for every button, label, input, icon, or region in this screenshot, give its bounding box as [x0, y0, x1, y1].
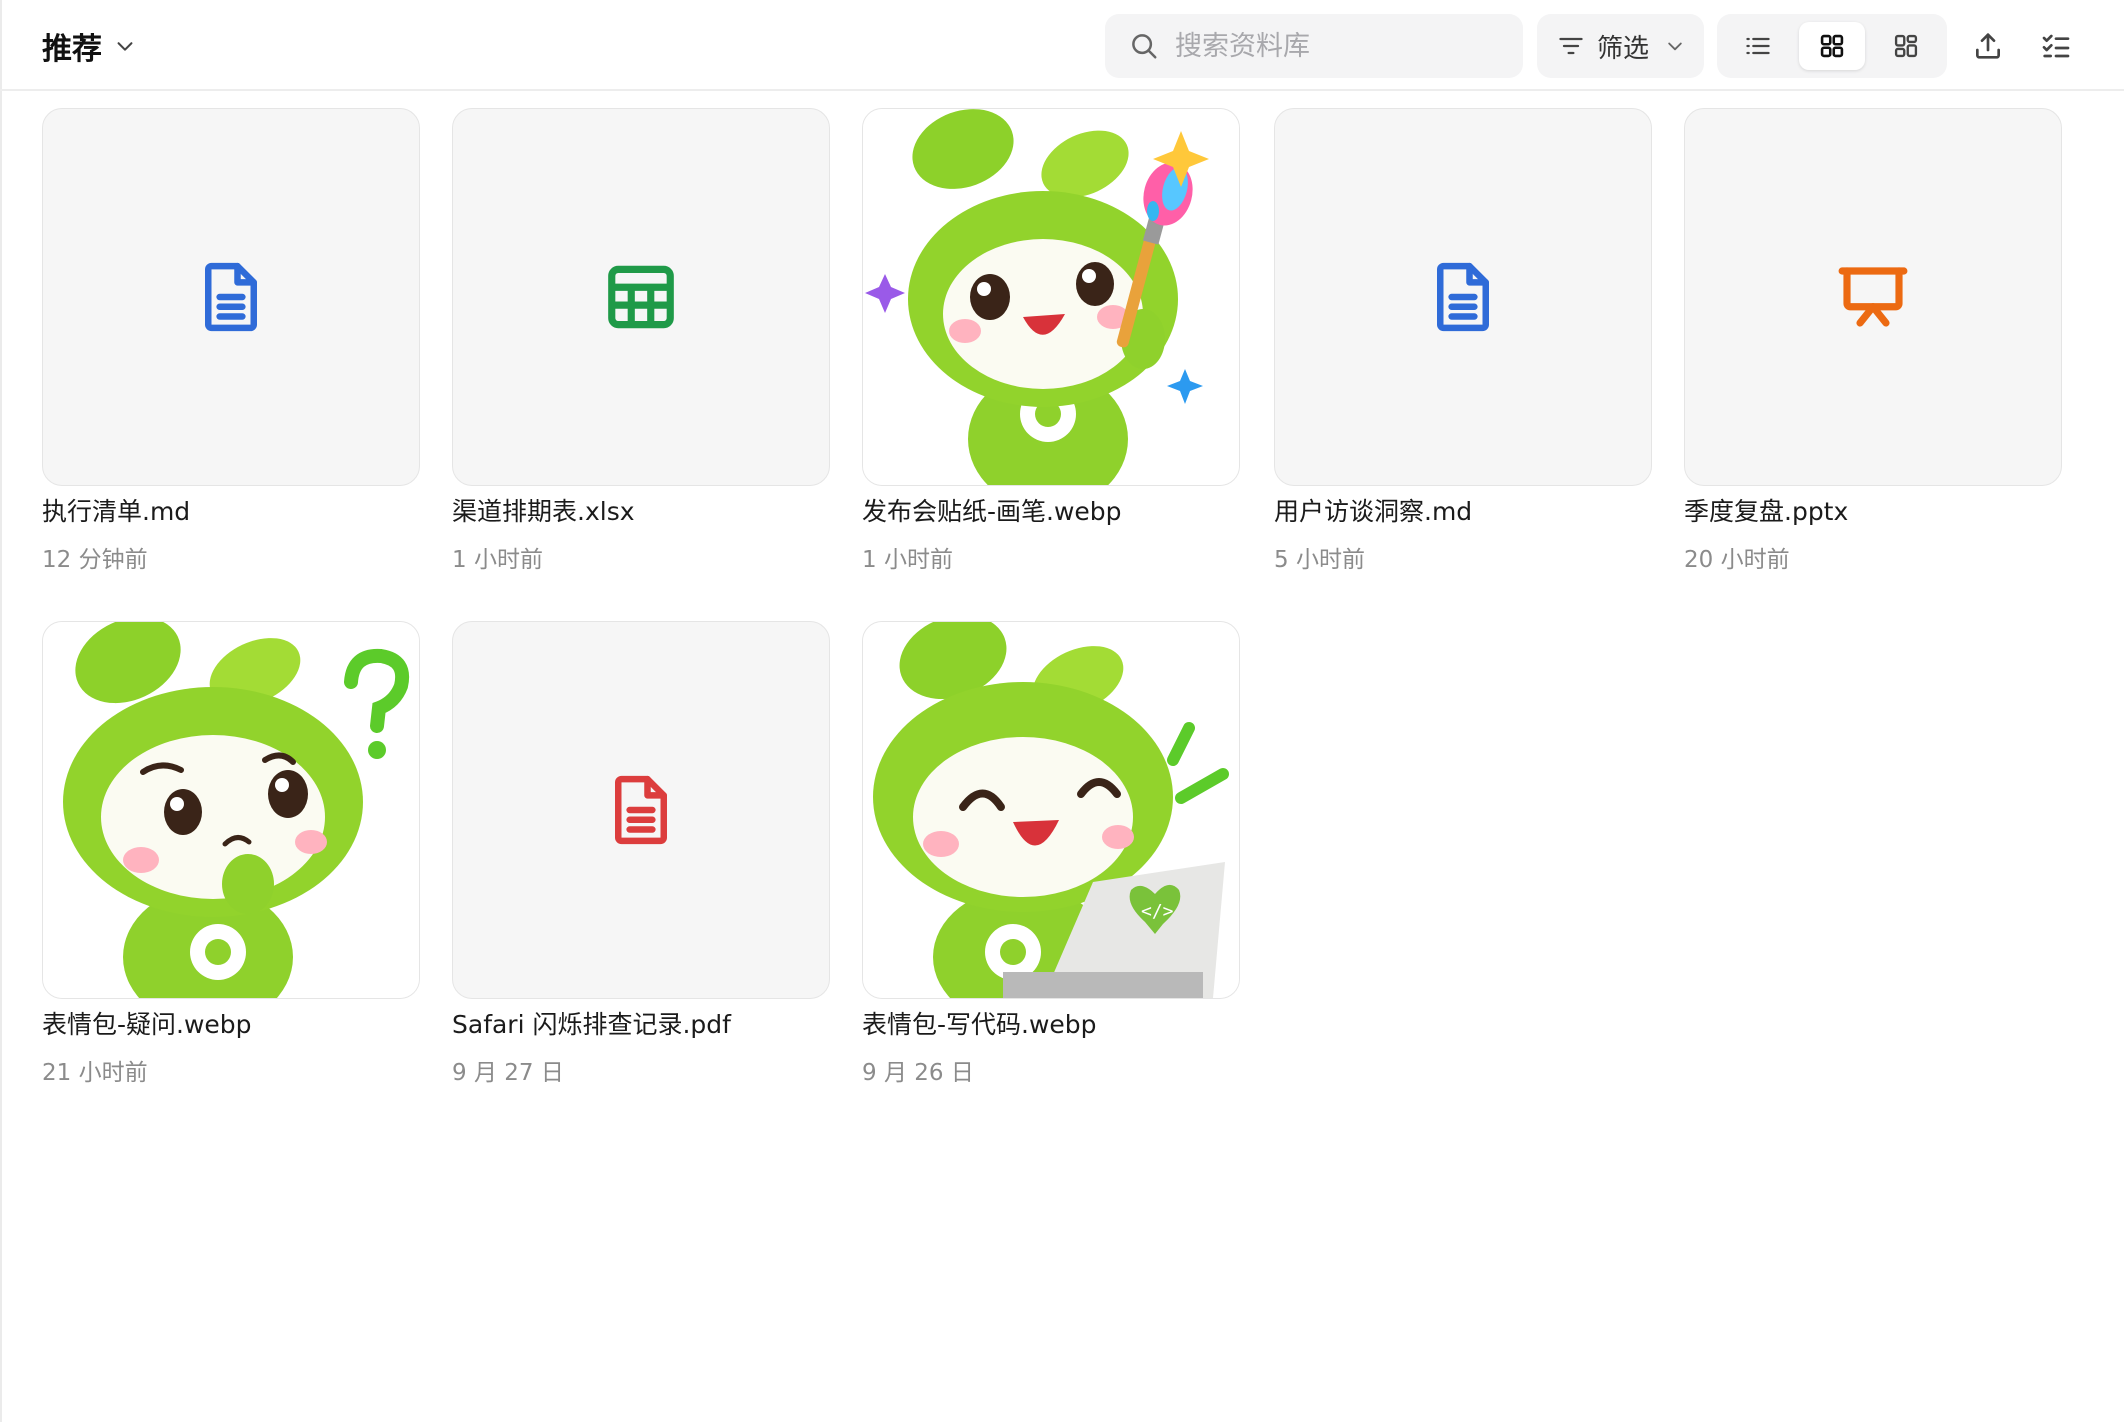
list-view-button[interactable] [1725, 22, 1791, 70]
checklist-icon [2042, 34, 2070, 58]
filter-icon [1559, 37, 1583, 55]
file-name: 表情包-疑问.webp [42, 1010, 252, 1039]
file-thumbnail[interactable] [862, 108, 1240, 486]
chevron-down-icon [1668, 42, 1682, 51]
search-input[interactable] [1175, 30, 1505, 62]
file-name: 渠道排期表.xlsx [452, 497, 635, 526]
toolbar: 推荐 筛选 [0, 0, 2124, 91]
mascot-question-image [43, 622, 419, 998]
file-modified-time: 20 小时前 [1684, 547, 1790, 573]
pdf-document-icon [615, 775, 667, 845]
multi-select-button[interactable] [2030, 20, 2082, 72]
masonry-view-icon [1894, 34, 1918, 58]
upload-icon [1976, 33, 2000, 59]
file-thumbnail[interactable]: </> [862, 621, 1240, 999]
file-modified-time: 1 小时前 [862, 547, 953, 573]
file-modified-time: 5 小时前 [1274, 547, 1365, 573]
file-modified-time: 12 分钟前 [42, 547, 148, 573]
file-thumbnail[interactable] [1274, 108, 1652, 486]
file-name: 季度复盘.pptx [1684, 497, 1849, 526]
file-modified-time: 9 月 27 日 [452, 1060, 564, 1086]
file-thumbnail[interactable] [452, 621, 830, 999]
grid-view-icon [1820, 34, 1844, 58]
grid-view-button[interactable] [1799, 22, 1865, 70]
file-thumbnail[interactable] [452, 108, 830, 486]
file-name: 表情包-写代码.webp [862, 1010, 1097, 1039]
mascot-coding-image: </> [863, 622, 1239, 998]
filter-label: 筛选 [1597, 33, 1650, 64]
file-thumbnail[interactable] [42, 621, 420, 999]
file-name: 执行清单.md [42, 497, 191, 526]
file-modified-time: 1 小时前 [452, 547, 543, 573]
list-view-icon [1746, 37, 1770, 55]
view-mode-group [1717, 14, 1947, 78]
presentation-icon [1838, 267, 1908, 327]
page-title: 推荐 [42, 32, 102, 67]
file-name: Safari 闪烁排查记录.pdf [452, 1010, 731, 1039]
file-name: 发布会贴纸-画笔.webp [862, 497, 1122, 526]
svg-text:</>: </> [1141, 901, 1174, 922]
spreadsheet-icon [608, 265, 674, 329]
upload-button[interactable] [1962, 20, 2014, 72]
chevron-down-icon [117, 42, 133, 51]
file-name: 用户访谈洞察.md [1274, 497, 1473, 526]
file-modified-time: 9 月 26 日 [862, 1060, 974, 1086]
search-box[interactable] [1105, 14, 1523, 78]
mascot-painter-image [863, 109, 1239, 485]
gallery-view-button[interactable] [1873, 22, 1939, 70]
filter-button[interactable]: 筛选 [1537, 14, 1704, 78]
file-thumbnail[interactable] [42, 108, 420, 486]
file-thumbnail[interactable] [1684, 108, 2062, 486]
document-icon [1437, 262, 1489, 332]
file-modified-time: 21 小时前 [42, 1060, 148, 1086]
left-divider [0, 0, 2, 1422]
document-icon [205, 262, 257, 332]
search-icon [1132, 34, 1157, 59]
view-selector[interactable]: 推荐 [42, 22, 136, 70]
